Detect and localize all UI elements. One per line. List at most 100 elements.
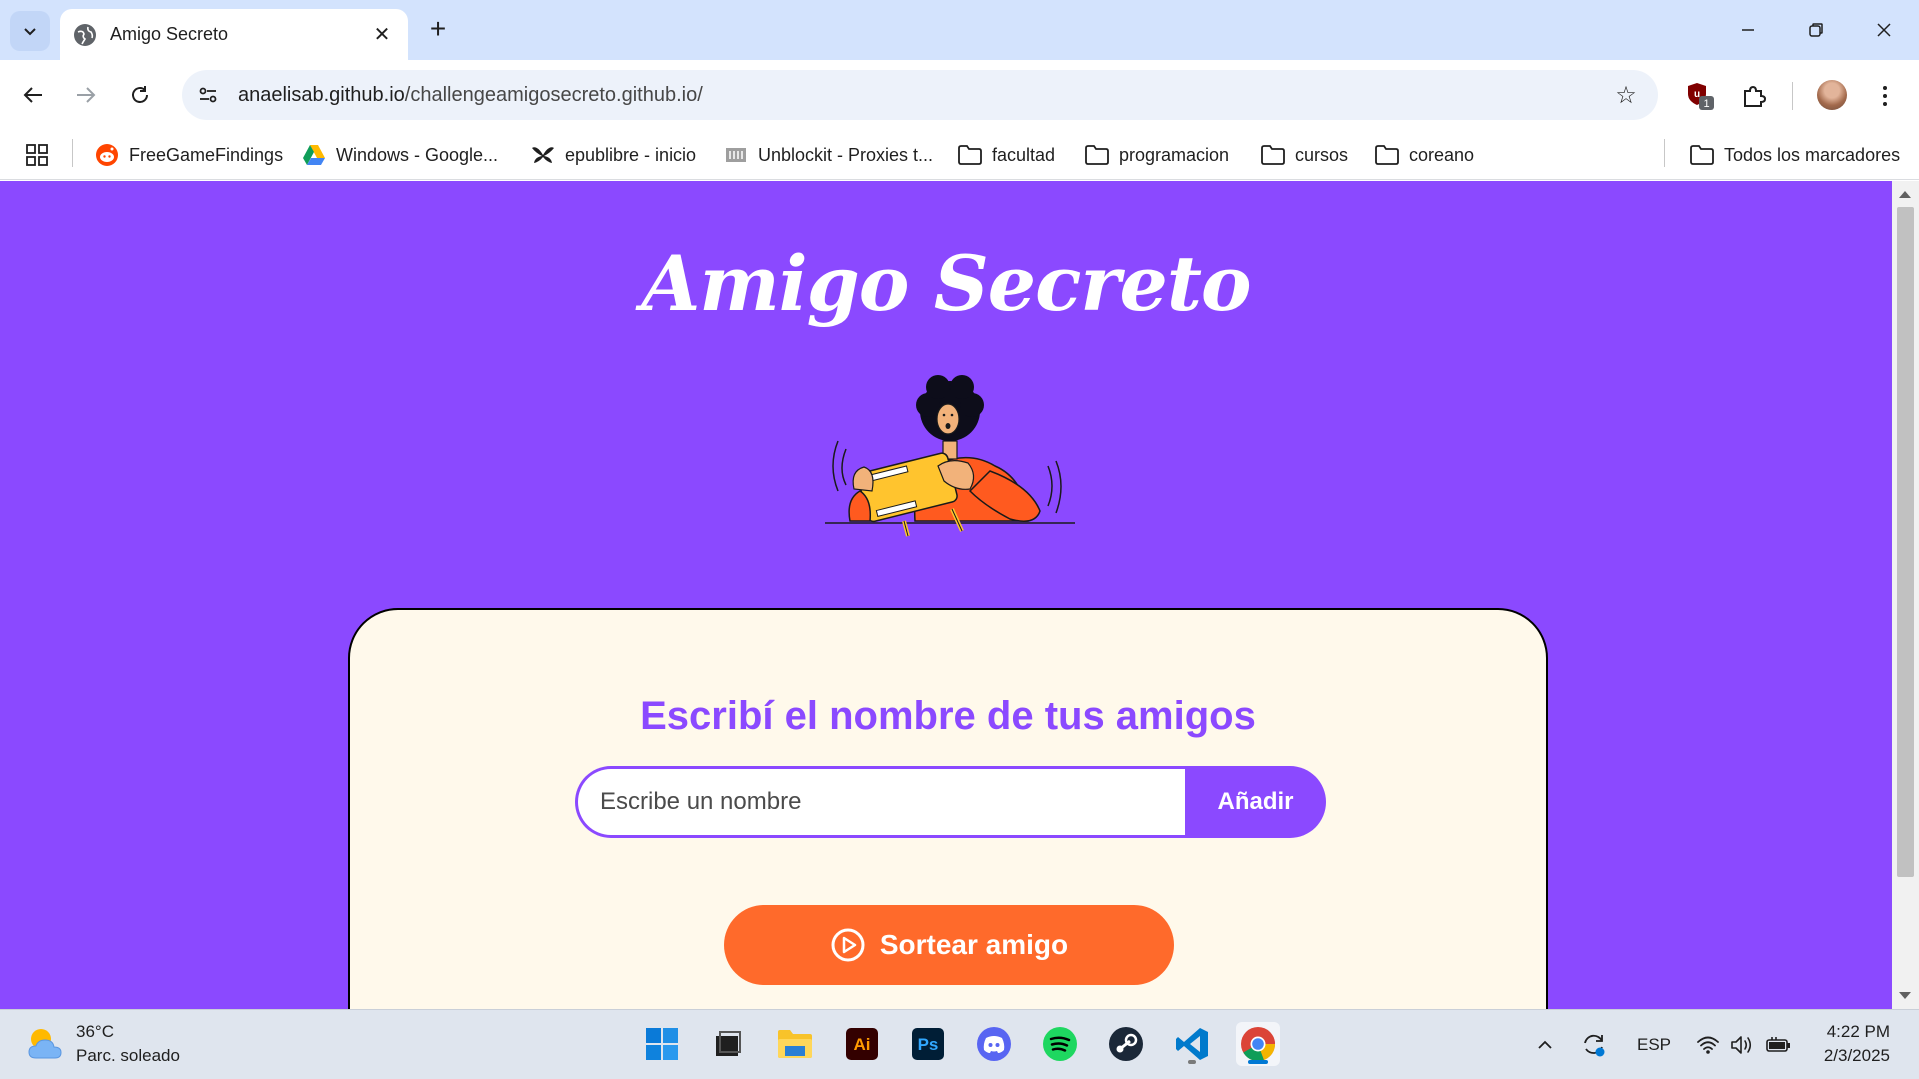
minimize-button[interactable]	[1726, 12, 1770, 48]
forward-button[interactable]	[66, 75, 106, 115]
battery-icon[interactable]	[1766, 1010, 1792, 1079]
back-button[interactable]	[13, 75, 53, 115]
reddit-icon	[95, 143, 119, 167]
scrollbar-thumb[interactable]	[1897, 207, 1914, 877]
taskbar-photoshop[interactable]: Ps	[906, 1022, 950, 1066]
bookmark-label: facultad	[992, 144, 1056, 165]
apps-grid-button[interactable]	[26, 140, 48, 170]
tray-sync-icon[interactable]	[1580, 1010, 1608, 1079]
clock-time: 4:22 PM	[1826, 1022, 1890, 1041]
taskbar-illustrator[interactable]: Ai	[840, 1022, 884, 1066]
hero-illustration	[825, 375, 1075, 537]
profile-avatar[interactable]	[1817, 80, 1847, 110]
active-tab[interactable]: Amigo Secreto ✕	[60, 9, 408, 60]
all-bookmarks-label: Todos los marcadores	[1724, 144, 1901, 165]
wifi-icon[interactable]	[1696, 1010, 1720, 1079]
all-bookmarks-folder[interactable]: Todos los marcadores	[1690, 140, 1900, 170]
taskbar-vscode[interactable]	[1170, 1022, 1214, 1066]
windows-start-icon	[646, 1028, 678, 1060]
bookmark-unblockit[interactable]: Unblockit - Proxies t...	[724, 140, 933, 170]
close-window-button[interactable]	[1862, 12, 1906, 48]
epublibre-icon	[531, 143, 555, 167]
volume-icon[interactable]	[1730, 1010, 1754, 1079]
bookmark-label: coreano	[1409, 144, 1475, 165]
bookmark-folder-facultad[interactable]: facultad	[958, 140, 1055, 170]
browser-tab-strip: Amigo Secreto ✕ +	[0, 0, 1919, 60]
arrow-left-icon	[23, 87, 42, 103]
ublock-extension-icon[interactable]: u1	[1682, 78, 1718, 114]
url-text[interactable]: anaelisab.github.io/challengeamigosecret…	[238, 84, 1606, 107]
taskbar-app-dark[interactable]	[706, 1022, 750, 1066]
unblockit-icon	[724, 143, 748, 167]
globe-icon	[74, 23, 96, 46]
url-host: anaelisab.github.io	[238, 83, 405, 106]
scroll-down-icon[interactable]	[1899, 992, 1911, 999]
google-drive-icon	[302, 143, 326, 167]
bookmark-epublibre[interactable]: epublibre - inicio	[531, 140, 696, 170]
browser-toolbar: anaelisab.github.io/challengeamigosecret…	[0, 60, 1919, 130]
bookmark-windows-google[interactable]: Windows - Google...	[302, 140, 498, 170]
extensions-puzzle-icon[interactable]	[1736, 78, 1772, 114]
bookmarks-divider	[1664, 139, 1665, 167]
bookmark-star-icon[interactable]: ☆	[1606, 75, 1646, 115]
bookmark-label: epublibre - inicio	[565, 144, 697, 165]
bookmark-label: cursos	[1295, 144, 1349, 165]
discord-icon	[977, 1027, 1011, 1061]
scroll-up-icon[interactable]	[1899, 191, 1911, 198]
taskbar-steam[interactable]	[1104, 1022, 1148, 1066]
extension-badge: 1	[1703, 98, 1709, 110]
clock-date: 2/3/2025	[1823, 1046, 1890, 1065]
partly-sunny-icon	[26, 1024, 66, 1064]
spotify-icon	[1043, 1027, 1077, 1061]
language-indicator[interactable]: ESP	[1637, 1010, 1671, 1079]
windows-start-button[interactable]	[640, 1022, 684, 1066]
tab-close-icon[interactable]: ✕	[370, 22, 394, 47]
input-card: Escribí el nombre de tus amigos Añadir S…	[348, 608, 1548, 1009]
weather-widget[interactable]: 36°C Parc. soleado	[26, 1020, 180, 1068]
bookmarks-divider	[72, 139, 73, 167]
bookmark-folder-cursos[interactable]: cursos	[1261, 140, 1348, 170]
bookmark-folder-coreano[interactable]: coreano	[1375, 140, 1474, 170]
illustrator-icon: Ai	[846, 1028, 878, 1060]
bookmark-label: programacion	[1119, 144, 1230, 165]
browser-menu-icon[interactable]	[1870, 78, 1900, 114]
new-tab-button[interactable]: +	[422, 14, 454, 46]
system-clock[interactable]: 4:22 PM 2/3/2025	[1810, 1020, 1890, 1068]
toolbar-divider	[1792, 82, 1793, 110]
tab-search-button[interactable]	[10, 11, 50, 51]
taskbar-chrome[interactable]	[1236, 1022, 1280, 1066]
taskbar-file-explorer[interactable]	[773, 1022, 817, 1066]
folder-icon	[1085, 143, 1109, 167]
weather-temperature: 36°C	[76, 1022, 114, 1041]
restore-button[interactable]	[1794, 12, 1838, 48]
photoshop-icon: Ps	[912, 1028, 944, 1060]
bookmark-folder-programacion[interactable]: programacion	[1085, 140, 1229, 170]
address-bar[interactable]: anaelisab.github.io/challengeamigosecret…	[182, 70, 1658, 120]
folder-app-icon	[778, 1030, 812, 1058]
url-path: /challengeamigosecreto.github.io/	[404, 83, 703, 106]
reload-button[interactable]	[120, 75, 160, 115]
folder-icon	[958, 143, 982, 167]
folder-icon	[1690, 143, 1714, 167]
add-button[interactable]: Añadir	[1185, 766, 1326, 838]
apps-grid-icon	[26, 144, 48, 166]
play-circle-icon	[831, 928, 865, 962]
vscode-icon	[1176, 1028, 1208, 1060]
bookmark-label: Windows - Google...	[336, 144, 499, 165]
taskbar-spotify[interactable]	[1038, 1022, 1082, 1066]
bookmarks-bar: FreeGameFindings Windows - Google... epu…	[0, 130, 1919, 180]
folder-icon	[1375, 143, 1399, 167]
page-title: Amigo Secreto	[641, 239, 1251, 328]
chevron-down-icon	[24, 28, 36, 36]
taskbar-discord[interactable]	[972, 1022, 1016, 1066]
folder-icon	[1261, 143, 1285, 167]
restore-icon	[1809, 23, 1823, 37]
name-input[interactable]	[575, 766, 1185, 838]
bookmark-freegamefindings[interactable]: FreeGameFindings	[95, 140, 283, 170]
page-scrollbar[interactable]	[1892, 181, 1919, 1009]
site-info-icon[interactable]	[188, 75, 228, 115]
chrome-icon	[1241, 1027, 1276, 1062]
illustrator-label: Ai	[854, 1035, 871, 1054]
tray-overflow-button[interactable]	[1536, 1010, 1554, 1079]
draw-friend-button[interactable]: Sortear amigo	[724, 905, 1174, 985]
